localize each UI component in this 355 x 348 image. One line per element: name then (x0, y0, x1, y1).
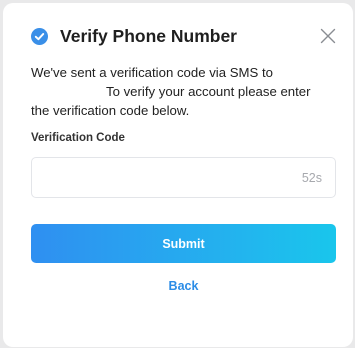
check-circle-icon (31, 27, 48, 45)
submit-button[interactable]: Submit (31, 224, 336, 263)
verification-code-input[interactable] (32, 158, 302, 197)
message-line: To verify your account please enter (106, 84, 311, 99)
dialog-title: Verify Phone Number (60, 25, 237, 46)
close-icon (320, 28, 336, 44)
verification-code-field: 52s (31, 157, 336, 198)
verification-message: We've sent a verification code via SMS t… (31, 63, 331, 120)
close-button[interactable] (317, 25, 339, 47)
verify-phone-dialog: Verify Phone Number We've sent a verific… (3, 3, 353, 347)
message-line: We've sent a verification code via SMS t… (31, 65, 273, 80)
resend-countdown: 52s (301, 170, 322, 185)
back-link[interactable]: Back (31, 279, 336, 293)
dialog-header: Verify Phone Number (31, 25, 339, 47)
verification-code-label: Verification Code (31, 132, 125, 144)
message-line: the verification code below. (31, 103, 190, 118)
